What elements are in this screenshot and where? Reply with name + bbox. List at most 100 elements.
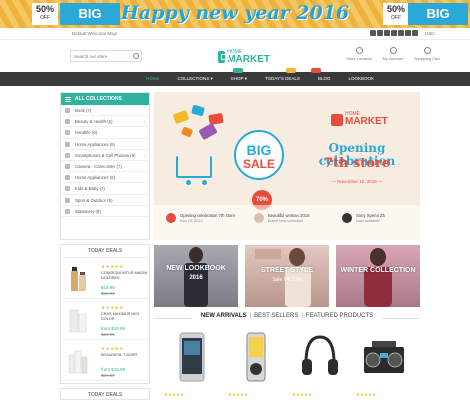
nav-deals-badge: [285, 68, 296, 73]
deal-item[interactable]: ★★★★★ BEAUDIFUL T-SHIRT from $19.99 $24.…: [61, 340, 149, 381]
category-item[interactable]: Beauty & Health (6) ›: [61, 116, 149, 128]
google-plus-icon[interactable]: [384, 30, 390, 36]
store-location-link[interactable]: Store Location: [345, 47, 373, 61]
ticket-shape: [198, 122, 218, 141]
product-image[interactable]: [298, 329, 342, 387]
category-item[interactable]: Home Appliances (6): [61, 172, 149, 184]
site-logo[interactable]: HOME MARKET: [218, 47, 270, 67]
store-location-label: Store Location: [346, 56, 372, 61]
deal-name[interactable]: CRAS MAXIMUS NISI DOLOR: [101, 312, 147, 321]
category-item[interactable]: Handlife (6): [61, 127, 149, 139]
category-label: Sport & Outdoor (6): [75, 197, 113, 203]
category-item[interactable]: Smartphones & Cell Phones (9) ›: [61, 150, 149, 161]
instagram-icon[interactable]: [398, 30, 404, 36]
category-label: Home Appliances (6): [75, 175, 115, 181]
logo-market-text: MARKET: [227, 53, 270, 65]
banner-street-style[interactable]: STREET STYLE Sale Off 20%: [245, 245, 329, 307]
facebook-icon[interactable]: [370, 30, 376, 36]
product-card[interactable]: ★★★★★: [226, 329, 286, 400]
product-card[interactable]: ★★★★★: [354, 329, 414, 400]
banner-sub: Sale Off 20%: [272, 277, 302, 283]
banner-winter-collection[interactable]: WINTER COLLECTION: [336, 245, 420, 307]
chevron-right-icon: ›: [143, 152, 145, 158]
chevron-right-icon: ›: [143, 119, 145, 125]
category-sidebar: ALL COLLECTIONS Book (7) Beauty & Health…: [60, 92, 150, 240]
phone-icon: [65, 152, 70, 158]
nav-blog[interactable]: BLOG: [309, 68, 340, 86]
category-item[interactable]: Camera - Camcorder (7): [61, 161, 149, 173]
nav-lookbook[interactable]: LOOKBOOK: [339, 72, 383, 86]
deal-rating: ★★★★★: [101, 264, 124, 269]
nav-todays-deals[interactable]: TODAY'S DEALS: [256, 68, 309, 86]
appliance-icon: [65, 141, 70, 147]
product-rating: ★★★★★: [356, 392, 377, 397]
product-card[interactable]: ★★★★★: [290, 329, 350, 400]
big-text: BIG: [246, 142, 272, 158]
category-label: Kids & Baby (7): [75, 186, 105, 192]
product-image[interactable]: [234, 329, 278, 387]
shopping-cart-label: Shopping Cart: [414, 56, 440, 61]
deal-product-image[interactable]: [67, 263, 89, 293]
main-nav: HOME COLLECTIONS ▾ SHOP ▾ TODAY'S DEALS …: [0, 68, 470, 86]
today-deals: TODAY DEALS ★★★★★ CONSEQUUNTUR MAGNI DOL…: [60, 244, 150, 384]
deal-item[interactable]: ★★★★★ CRAS MAXIMUS NISI DOLOR from $19.9…: [61, 299, 149, 340]
category-header[interactable]: ALL COLLECTIONS: [61, 93, 149, 105]
category-item[interactable]: Kids & Baby (7): [61, 183, 149, 195]
deal-product-image[interactable]: [67, 345, 89, 375]
twitter-icon[interactable]: [377, 30, 383, 36]
basket-wheel: [202, 180, 207, 185]
hero-slider[interactable]: BIG SALE 70% HOME MARKET Opening celebra…: [154, 92, 420, 240]
pinterest-icon[interactable]: [391, 30, 397, 36]
logo-cart-icon: [218, 51, 230, 63]
top-bar: Default Welcome Msg! USD: [0, 28, 470, 40]
my-account-link[interactable]: My Account: [379, 47, 407, 61]
product-tabs: NEW ARRIVALS | BEST SELLERS | FEATURED PRODU…: [154, 313, 420, 325]
product-card[interactable]: ★★★★★: [162, 329, 222, 400]
social-links: [370, 30, 418, 36]
slider-logo-market: MARKET: [345, 116, 388, 127]
nav-home[interactable]: HOME: [137, 72, 169, 86]
thumb-icon: [254, 213, 264, 223]
nav-shop[interactable]: SHOP ▾: [222, 68, 256, 86]
tab-featured-products[interactable]: FEATURED PRODUCTS: [303, 313, 376, 319]
slider-logo: HOME MARKET: [331, 112, 388, 127]
today-deals-2: TODAY DEALS: [60, 388, 150, 400]
user-icon: [389, 47, 397, 54]
nav-blog-badge: [310, 68, 321, 73]
search-input[interactable]: [71, 51, 131, 61]
nav-deals-label: TODAY'S DEALS: [264, 76, 300, 81]
promo-banner[interactable]: 50% OFF BIG SALE Happy new year 2016 50%…: [0, 0, 470, 28]
category-item[interactable]: Stationery (8): [61, 206, 149, 217]
nav-blog-label: BLOG: [317, 76, 331, 81]
tab-best-sellers[interactable]: BEST SELLERS: [251, 313, 301, 319]
deal-name[interactable]: CONSEQUUNTUR MAGNI DOLORES: [101, 271, 147, 280]
ticket-shape: [191, 104, 205, 117]
product-rating: ★★★★★: [164, 392, 185, 397]
rss-icon[interactable]: [412, 30, 418, 36]
search-icon[interactable]: [133, 53, 139, 59]
tab-new-arrivals[interactable]: NEW ARRIVALS: [198, 313, 250, 319]
stationery-icon: [65, 208, 70, 214]
deal-name[interactable]: BEAUDIFUL T-SHIRT: [101, 353, 147, 358]
banner-photo: [364, 248, 392, 307]
youtube-icon[interactable]: [405, 30, 411, 36]
category-item[interactable]: Home Appliances (6): [61, 139, 149, 150]
deal-product-image[interactable]: [67, 304, 89, 334]
banner-new-lookbook[interactable]: NEW LOOKBOOK 2016: [154, 245, 238, 307]
slider-subheadline: 7th store: [323, 156, 391, 171]
slider-thumb[interactable]: Opening celebration 7th store Nov 15, 20…: [160, 210, 240, 232]
product-image[interactable]: [362, 329, 406, 387]
currency-select[interactable]: USD: [425, 31, 435, 36]
category-label: Smartphones & Cell Phones (9): [75, 152, 136, 158]
promo-percent-badge-left: 50% OFF: [32, 3, 58, 25]
product-image[interactable]: [170, 329, 214, 387]
thumb-title: Opening celebration 7th store: [180, 213, 235, 218]
product-rating: ★★★★★: [228, 392, 249, 397]
slider-thumb[interactable]: Beautiful woman 2016 Brand new collectio…: [248, 210, 328, 232]
category-item[interactable]: Book (7): [61, 105, 149, 117]
shopping-cart-link[interactable]: Shopping Cart: [413, 47, 441, 61]
category-item[interactable]: Sport & Outdoor (6): [61, 195, 149, 206]
nav-collections[interactable]: COLLECTIONS ▾: [169, 72, 222, 86]
deal-item[interactable]: ★★★★★ CONSEQUUNTUR MAGNI DOLORES $19.99 …: [61, 258, 149, 299]
slider-thumb[interactable]: Sony Xperia Z5 Now available: [336, 210, 416, 232]
